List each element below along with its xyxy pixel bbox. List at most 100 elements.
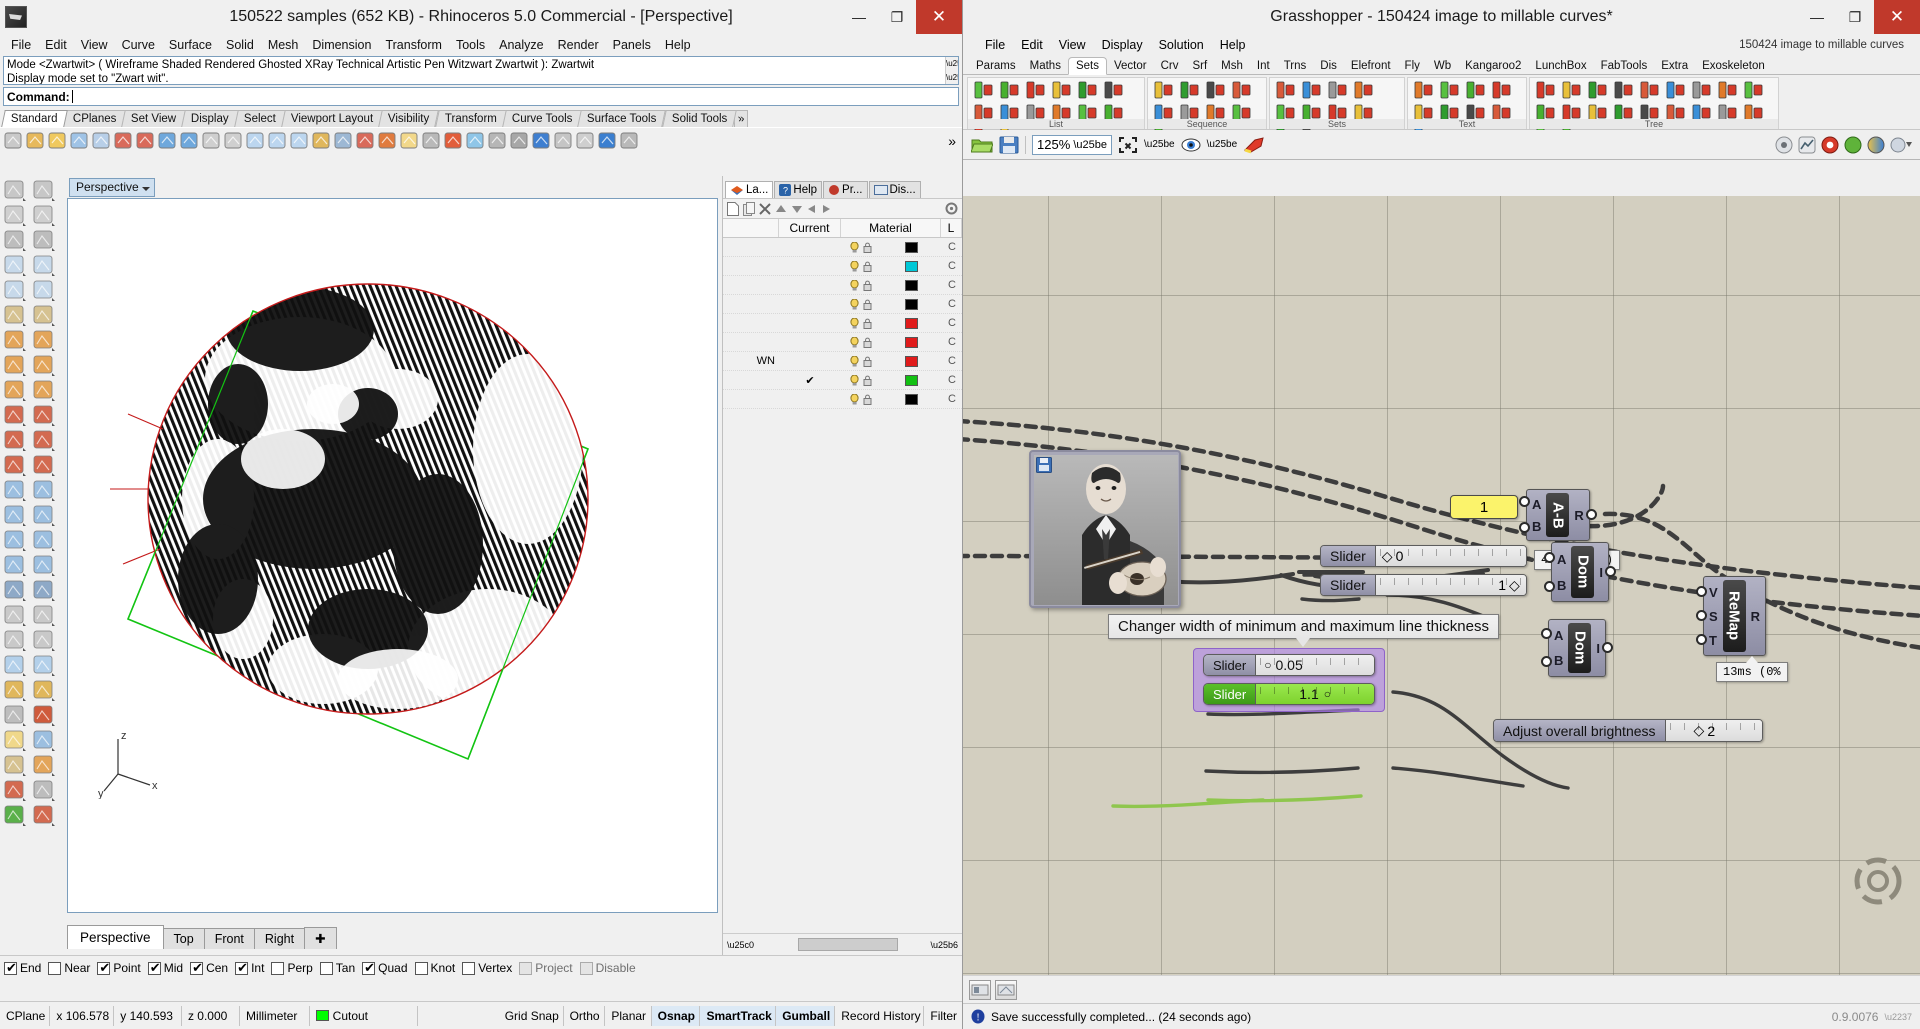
material-icon[interactable] [443,130,464,151]
checkbox-icon[interactable] [4,962,17,975]
mesh-tools-icon[interactable] [31,579,59,603]
split-icon[interactable] [31,479,59,503]
slider-track[interactable]: ◇ 2 [1666,720,1762,741]
layer-row[interactable]: C [723,257,962,276]
rhino-tab-curve-tools[interactable]: Curve Tools [502,110,582,127]
ribbon-component-icon[interactable] [1101,80,1126,102]
delete-layer-icon[interactable] [759,203,771,215]
boolean-icon[interactable] [2,454,30,478]
toolbar-overflow-button[interactable]: » [948,133,956,149]
ribbon-component-icon[interactable] [1611,80,1636,102]
analyze-icon[interactable] [2,654,30,678]
copy-layer-icon[interactable] [743,202,755,216]
gh-tab-crv[interactable]: Crv [1154,58,1186,74]
layer-row-icons[interactable] [841,280,881,291]
ribbon-component-icon[interactable] [971,80,996,102]
command-input-row[interactable]: Command: [3,87,959,106]
slider-max-line-thickness[interactable]: Slider 1.1 ○ [1203,683,1375,705]
gh-tab-extra[interactable]: Extra [1654,58,1695,74]
undo-icon[interactable] [157,130,178,151]
gh-menu-view[interactable]: View [1051,36,1094,54]
copy-icon[interactable] [113,130,134,151]
output-port-i[interactable]: I [1596,641,1600,656]
gh-tab-msh[interactable]: Msh [1214,58,1250,74]
layer-row[interactable]: C [723,333,962,352]
hscroll-right-arrow[interactable]: \u25b6 [926,940,962,950]
layers-hscrollbar[interactable]: \u25c0 \u25b6 [723,933,962,955]
checkbox-icon[interactable] [190,962,203,975]
ribbon-component-icon[interactable] [1741,80,1766,102]
input-port-v[interactable]: V [1709,585,1718,600]
grid-tools-icon[interactable] [2,704,30,728]
input-port-b[interactable]: B [1557,578,1566,593]
bulb-icon[interactable] [850,242,859,253]
panel-tab-properties[interactable]: Pr... [823,181,867,198]
move-down-icon[interactable] [791,204,803,214]
rhino-tab-select[interactable]: Select [234,110,286,127]
ribbon-component-icon[interactable] [1663,80,1688,102]
bulb-icon[interactable] [850,356,859,367]
layer-color-swatch[interactable] [905,356,918,367]
layer-color-swatch[interactable] [316,1010,329,1021]
gh-tab-kangaroo2[interactable]: Kangaroo2 [1458,58,1528,74]
dimension-icon[interactable] [2,604,30,628]
layer-row-icons[interactable] [841,356,881,367]
widget-green-icon[interactable] [1844,136,1862,154]
input-port-a[interactable]: A [1532,497,1541,512]
solid-tools-icon[interactable] [2,779,30,803]
lock-icon[interactable] [863,280,872,291]
block-icon[interactable] [31,679,59,703]
help-icon[interactable] [597,130,618,151]
input-nub-a[interactable] [1541,628,1552,639]
curve-icon[interactable] [2,304,30,328]
osnap-cen[interactable]: Cen [190,961,228,975]
layer-row-color[interactable] [881,318,941,329]
gh-menu-solution[interactable]: Solution [1151,36,1212,54]
rhino-tab-standard[interactable]: Standard [1,110,67,127]
input-nub-v[interactable] [1696,586,1707,597]
transform-icon[interactable] [31,729,59,753]
fillet-icon[interactable] [31,454,59,478]
ribbon-component-icon[interactable] [1411,80,1436,102]
layer-row-color[interactable] [881,337,941,348]
ribbon-component-icon[interactable] [1273,80,1298,102]
osnap-mid[interactable]: Mid [148,961,183,975]
loft-icon[interactable] [31,329,59,353]
select-arrow-icon[interactable] [2,179,30,203]
gh-tab-sets[interactable]: Sets [1068,57,1107,75]
output-port-r[interactable]: R [1574,508,1583,523]
open-folder-icon[interactable] [971,136,993,154]
rhino-menu-mesh[interactable]: Mesh [261,36,306,54]
osnap-end[interactable]: End [4,961,41,975]
layer-row-current[interactable]: ✔ [779,374,841,387]
component-domain-2[interactable]: A B Dom I [1548,619,1606,677]
cut-icon[interactable] [91,130,112,151]
mesh-icon[interactable] [2,579,30,603]
lock-icon[interactable] [863,375,872,386]
ribbon-component-icon[interactable] [1023,80,1048,102]
slider-domain-min[interactable]: Slider ◇ 0 [1320,545,1527,567]
layer-color-swatch[interactable] [905,375,918,386]
ribbon-component-icon[interactable] [1689,80,1714,102]
measure-icon[interactable] [31,654,59,678]
viewport-tab-front[interactable]: Front [204,928,255,949]
slider-track[interactable]: 1.1 ○ [1256,684,1374,704]
rhino-menu-view[interactable]: View [74,36,115,54]
slider-min-line-thickness[interactable]: Slider ○ 0.05 [1203,654,1375,676]
zoom-icon[interactable] [223,130,244,151]
hatch-icon[interactable] [2,629,30,653]
layer-row-icons[interactable] [841,299,881,310]
ribbon-component-icon[interactable] [1229,80,1254,102]
canvas-widget-button-2[interactable] [995,980,1017,1000]
ribbon-component-icon[interactable] [1489,80,1514,102]
panel-tab-help[interactable]: ? Help [774,181,822,198]
layer-color-swatch[interactable] [905,394,918,405]
output-nub-i[interactable] [1602,642,1613,653]
extrude-icon[interactable] [2,354,30,378]
rotate-icon[interactable] [31,529,59,553]
new-file-icon[interactable] [3,130,24,151]
move-up-icon[interactable] [775,204,787,214]
ribbon-component-icon[interactable] [1559,80,1584,102]
bulb-icon[interactable] [850,337,859,348]
layer-row-icons[interactable] [841,337,881,348]
